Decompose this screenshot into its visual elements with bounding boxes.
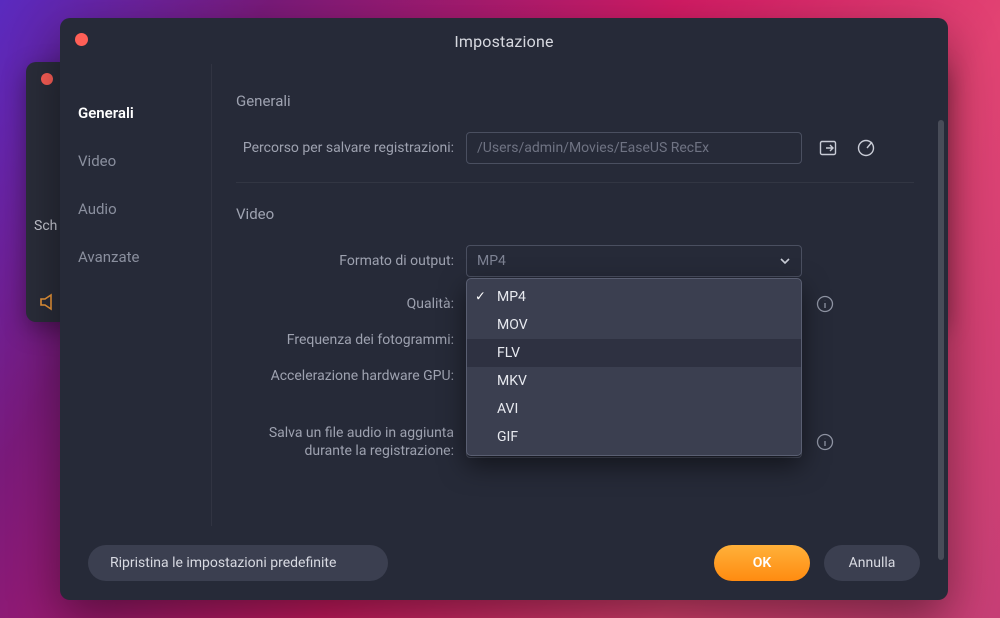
format-option-label: GIF bbox=[497, 429, 518, 445]
section-divider bbox=[236, 182, 914, 183]
save-path-label: Percorso per salvare registrazioni: bbox=[236, 139, 466, 157]
background-text: Sch bbox=[34, 218, 57, 234]
output-format-select[interactable]: MP4 bbox=[466, 245, 802, 277]
speaker-icon bbox=[38, 292, 62, 316]
format-option-label: AVI bbox=[497, 401, 518, 417]
close-icon[interactable] bbox=[75, 33, 88, 46]
section-heading-generali: Generali bbox=[236, 92, 914, 110]
framerate-label: Frequenza dei fotogrammi: bbox=[236, 331, 466, 349]
ok-button[interactable]: OK bbox=[714, 545, 810, 581]
window-titlebar: Impostazione bbox=[60, 18, 948, 64]
row-output-format: Formato di output: MP4 ✓MP4MOVFLVMKVAVIG… bbox=[236, 245, 914, 277]
info-icon[interactable] bbox=[816, 295, 834, 313]
save-path-value: /Users/admin/Movies/EaseUS RecEx bbox=[477, 140, 709, 156]
footer: Ripristina le impostazioni predefinite O… bbox=[60, 526, 948, 600]
output-format-value: MP4 bbox=[477, 253, 506, 269]
scrollbar-thumb[interactable] bbox=[938, 120, 944, 560]
sidebar-item-audio[interactable]: Audio bbox=[60, 190, 211, 228]
chevron-down-icon bbox=[779, 255, 791, 267]
output-format-dropdown[interactable]: ✓ MP4 MOV FLV MKV AVI GIF bbox=[466, 278, 802, 456]
open-folder-icon[interactable] bbox=[816, 136, 840, 160]
format-option-label: MKV bbox=[497, 373, 527, 389]
format-option-label: MP4 bbox=[497, 289, 526, 305]
sidebar-item-avanzate[interactable]: Avanzate bbox=[60, 238, 211, 276]
settings-window: Impostazione Generali Video Audio Avanza… bbox=[60, 18, 948, 600]
locate-icon[interactable] bbox=[854, 136, 878, 160]
sidebar-item-video[interactable]: Video bbox=[60, 142, 211, 180]
quality-label: Qualità: bbox=[236, 295, 466, 313]
settings-content: Generali Percorso per salvare registrazi… bbox=[212, 64, 948, 526]
check-icon: ✓ bbox=[475, 290, 486, 305]
window-title: Impostazione bbox=[60, 32, 948, 51]
format-option-avi[interactable]: AVI bbox=[467, 395, 801, 423]
format-option-mp4[interactable]: ✓ MP4 bbox=[467, 283, 801, 311]
cancel-button[interactable]: Annulla bbox=[824, 545, 920, 581]
sidebar-item-generali[interactable]: Generali bbox=[60, 94, 211, 132]
gpu-accel-label: Accelerazione hardware GPU: bbox=[236, 367, 466, 385]
format-option-gif[interactable]: GIF bbox=[467, 423, 801, 451]
format-option-label: MOV bbox=[497, 317, 528, 333]
info-icon[interactable] bbox=[816, 433, 834, 451]
reset-defaults-button[interactable]: Ripristina le impostazioni predefinite bbox=[88, 545, 388, 581]
format-option-mkv[interactable]: MKV bbox=[467, 367, 801, 395]
save-path-input[interactable]: /Users/admin/Movies/EaseUS RecEx bbox=[466, 132, 802, 164]
section-heading-video: Video bbox=[236, 205, 914, 223]
format-option-label: FLV bbox=[497, 345, 520, 361]
extra-audio-label: Salva un file audio in aggiunta durante … bbox=[236, 424, 466, 460]
sidebar: Generali Video Audio Avanzate bbox=[60, 64, 212, 526]
close-dot-icon bbox=[41, 73, 53, 85]
format-option-flv[interactable]: FLV bbox=[467, 339, 801, 367]
output-format-label: Formato di output: bbox=[236, 252, 466, 270]
row-save-path: Percorso per salvare registrazioni: /Use… bbox=[236, 132, 914, 164]
format-option-mov[interactable]: MOV bbox=[467, 311, 801, 339]
